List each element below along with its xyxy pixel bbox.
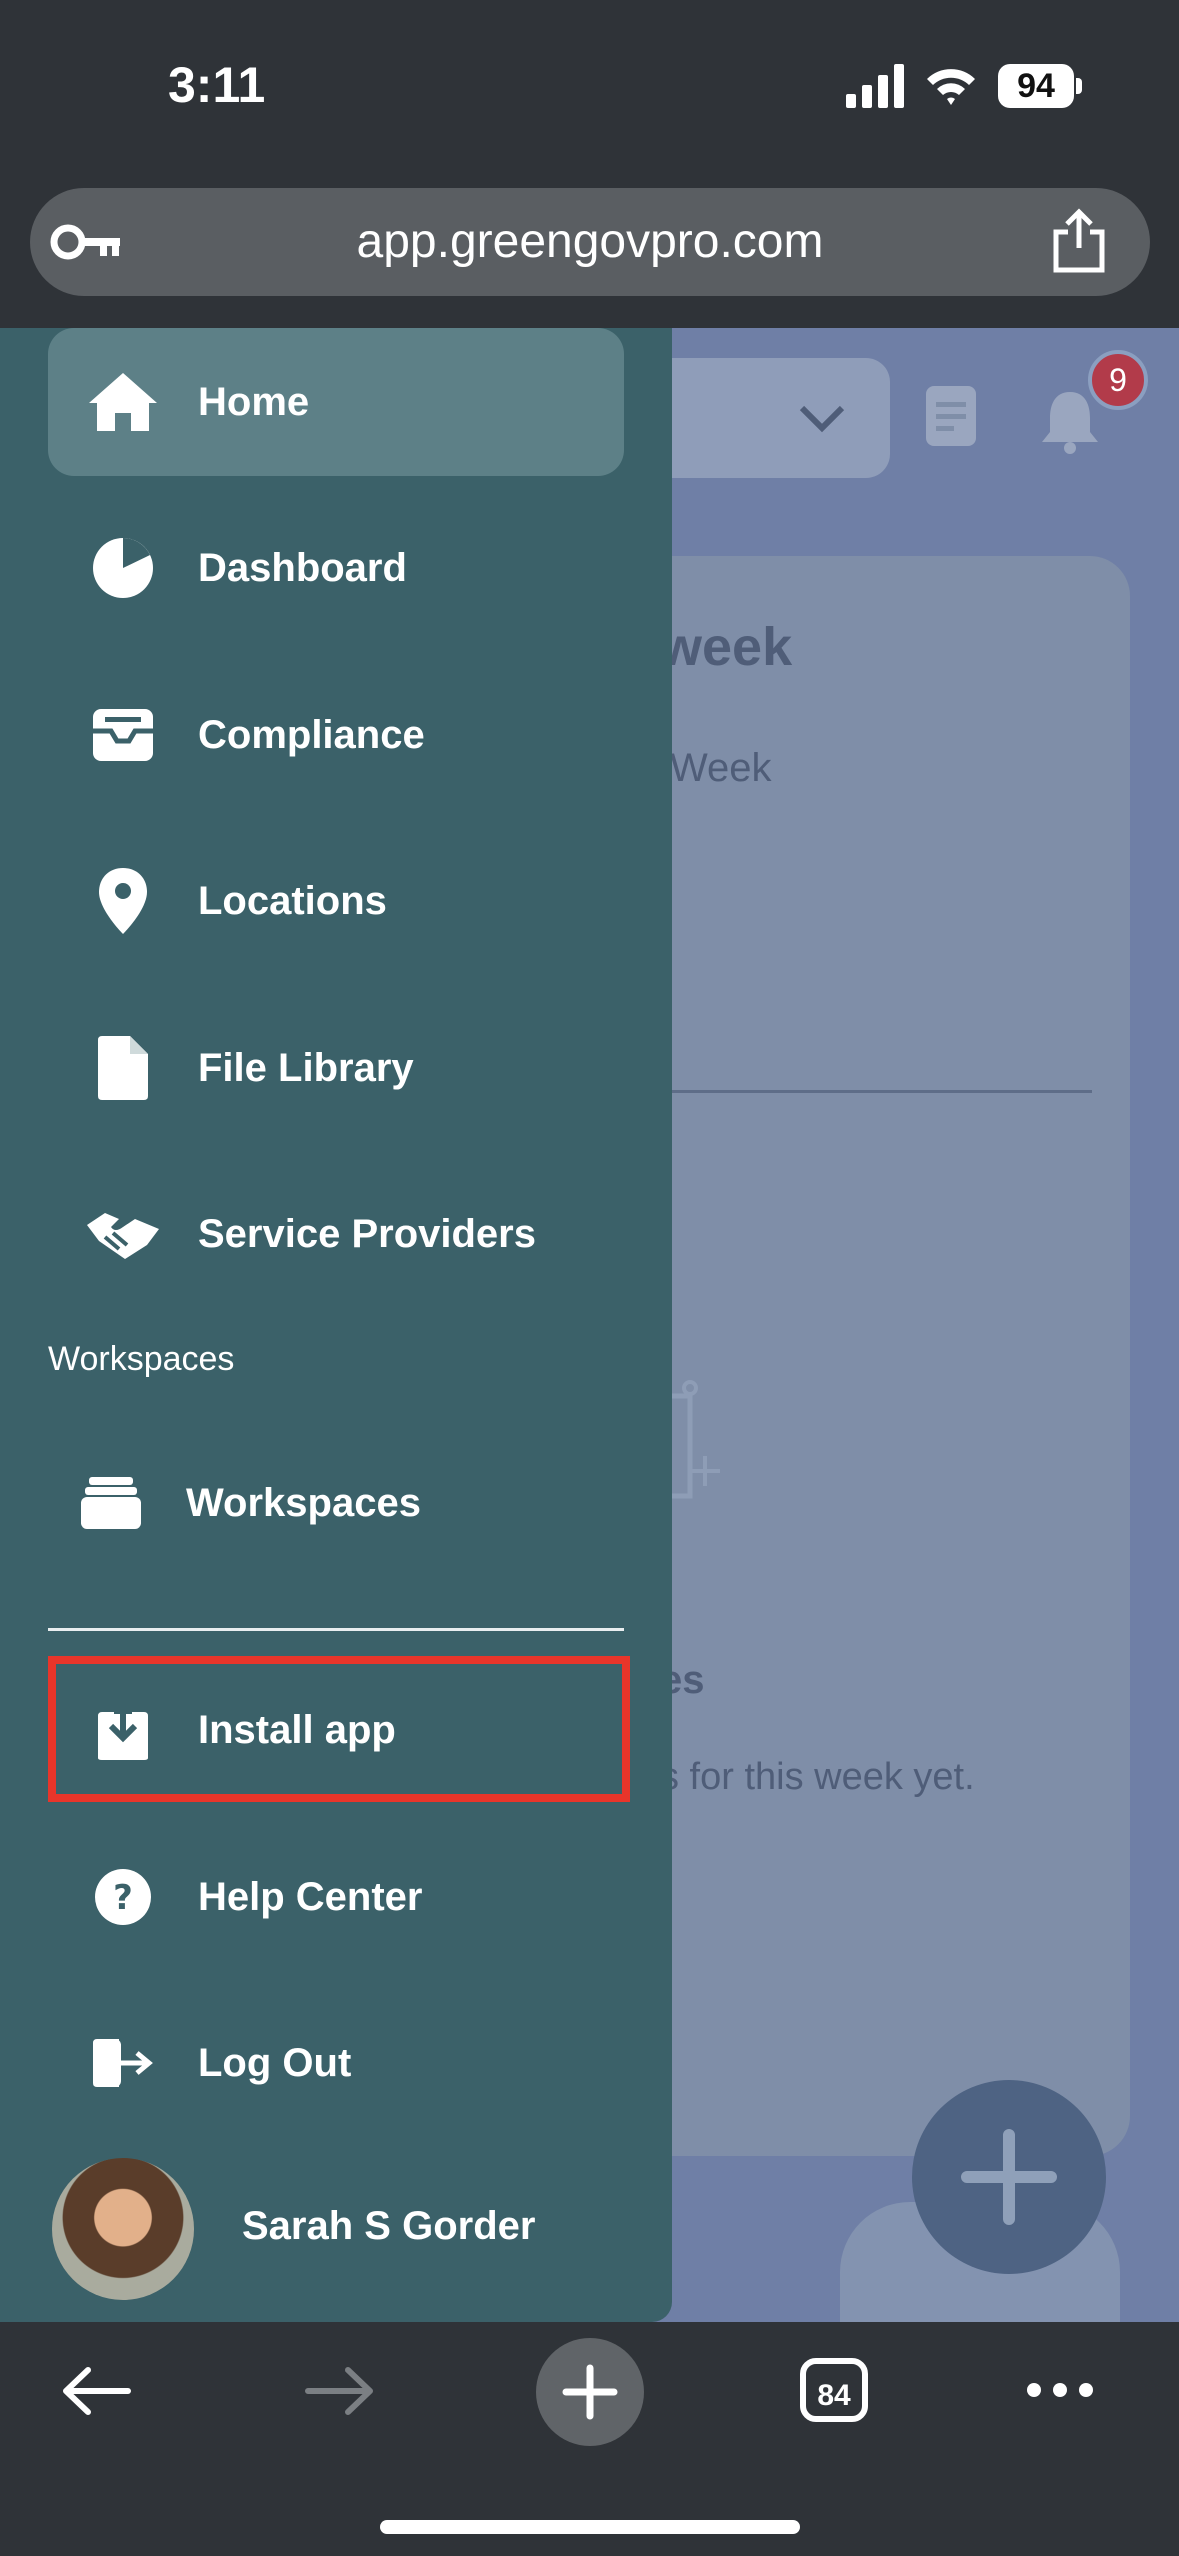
new-tab-button[interactable] [536,2338,644,2446]
cellular-signal-icon [846,64,904,108]
tabs-button[interactable]: 84 [800,2358,868,2422]
map-pin-icon [99,868,147,934]
nav-item-home[interactable]: Home [48,328,624,476]
plus-icon [961,2129,1057,2225]
nav-item-file-library[interactable]: File Library [48,994,624,1142]
battery-tip [1076,78,1082,94]
nav-label-help-center: Help Center [198,1874,423,1919]
share-icon[interactable] [1050,208,1108,274]
home-icon [89,373,157,431]
nav-label-compliance: Compliance [198,712,425,757]
pie-chart-icon [93,538,153,598]
navigation-drawer: Home Dashboard Compliance Locations File… [0,328,672,2322]
nav-item-service-providers[interactable]: Service Providers [48,1160,624,1308]
nav-item-locations[interactable]: Locations [48,827,624,975]
status-time: 3:11 [168,57,266,113]
handshake-icon [87,1213,159,1259]
location-select [640,358,890,478]
url-text[interactable]: app.greengovpro.com [30,188,1150,296]
back-arrow-icon[interactable] [58,2366,132,2416]
wifi-icon [927,69,975,105]
home-indicator [380,2520,800,2534]
bell-icon [1042,392,1098,454]
nav-item-help-center[interactable]: ? Help Center [48,1823,624,1971]
nav-label-service-providers: Service Providers [198,1211,536,1256]
nav-label-log-out: Log Out [198,2040,352,2085]
help-icon: ? [95,1869,151,1925]
nav-item-dashboard[interactable]: Dashboard [48,494,624,642]
empty-state-illustration [670,1380,720,1499]
nav-item-workspaces[interactable]: Workspaces [36,1429,612,1577]
nav-label-file-library: File Library [198,1045,414,1090]
forward-arrow-icon[interactable] [304,2366,378,2416]
section-heading-workspaces: Workspaces [48,1340,235,1378]
user-name[interactable]: Sarah S Gorder [242,2204,535,2249]
address-bar[interactable]: app.greengovpro.com [30,188,1150,296]
battery-indicator: 94 [998,64,1074,108]
layers-icon [81,1477,141,1529]
inbox-icon [93,709,153,761]
divider [48,1628,624,1631]
avatar[interactable] [52,2158,194,2300]
nav-item-compliance[interactable]: Compliance [48,661,624,809]
week-tab: Week [670,746,772,790]
nav-label-dashboard: Dashboard [198,545,407,590]
add-fab [912,2080,1106,2274]
nav-label-home: Home [198,379,310,424]
week-card: week Week es s for this week yet. [610,556,1130,2156]
plus-icon [562,2364,618,2420]
card-title: week [660,617,793,677]
empty-text: s for this week yet. [660,1756,975,1798]
tab-underline [660,1090,1092,1093]
document-icon [926,386,976,446]
notification-badge: 9 [1088,350,1148,410]
file-icon [98,1036,148,1100]
more-icon[interactable] [1024,2378,1096,2402]
svg-text:?: ? [113,1878,133,1918]
chevron-down-icon [799,405,845,433]
log-out-icon [93,2039,153,2087]
nav-item-log-out[interactable]: Log Out [48,1989,624,2137]
nav-label-workspaces: Workspaces [186,1480,421,1525]
highlight-box [48,1656,630,1802]
nav-label-locations: Locations [198,878,387,923]
